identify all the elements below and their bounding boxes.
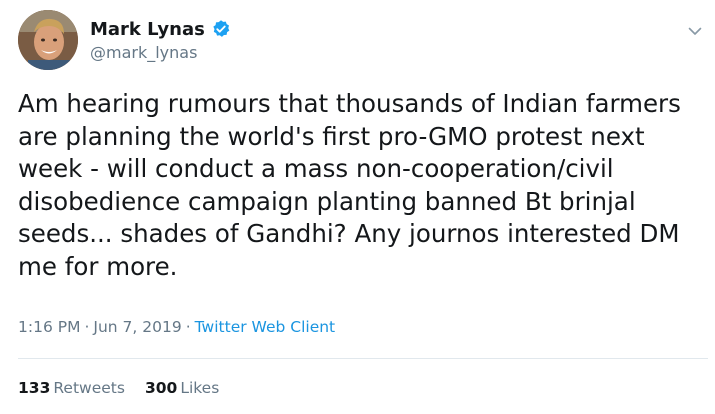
- tweet-time[interactable]: 1:16 PM: [18, 318, 80, 336]
- tweet-text-line: are planning the world's first pro-GMO p…: [18, 121, 645, 151]
- tweet-meta: 1:16 PM · Jun 7, 2019 · Twitter Web Client: [18, 318, 335, 336]
- chevron-down-icon[interactable]: [686, 22, 704, 40]
- divider: [18, 358, 708, 359]
- avatar[interactable]: [18, 10, 78, 70]
- tweet-text: Am hearing rumours that thousands of Ind…: [18, 88, 708, 283]
- display-name[interactable]: Mark Lynas: [90, 19, 205, 40]
- tweet-text-line: me for more.: [18, 251, 178, 281]
- user-handle[interactable]: @mark_lynas: [90, 43, 197, 62]
- tweet-card: Mark Lynas @mark_lynas Am hearing rumour…: [0, 0, 715, 414]
- likes-count: 300: [144, 379, 178, 397]
- retweets-label: Retweets: [53, 379, 125, 397]
- meta-separator: ·: [84, 318, 90, 336]
- tweet-text-line: disobedience campaign planting banned Bt…: [18, 186, 636, 216]
- tweet-text-line: Am hearing rumours that thousands of Ind…: [18, 89, 681, 118]
- tweet-client-link[interactable]: Twitter Web Client: [195, 318, 335, 336]
- tweet-text-line: week - will conduct a mass non-cooperati…: [18, 154, 614, 183]
- meta-separator: ·: [185, 318, 191, 336]
- tweet-date[interactable]: Jun 7, 2019: [93, 318, 181, 336]
- name-row: Mark Lynas: [90, 17, 231, 41]
- tweet-text-line: seeds... shades of Gandhi? Any journos i…: [18, 219, 680, 248]
- likes-label: Likes: [180, 379, 220, 397]
- retweets-count: 133: [18, 379, 51, 397]
- verified-badge-icon: [211, 19, 231, 39]
- tweet-stats: 133 Retweets 300 Likes: [18, 379, 219, 397]
- likes-stat[interactable]: 300 Likes: [145, 379, 219, 397]
- retweets-stat[interactable]: 133 Retweets: [18, 379, 125, 397]
